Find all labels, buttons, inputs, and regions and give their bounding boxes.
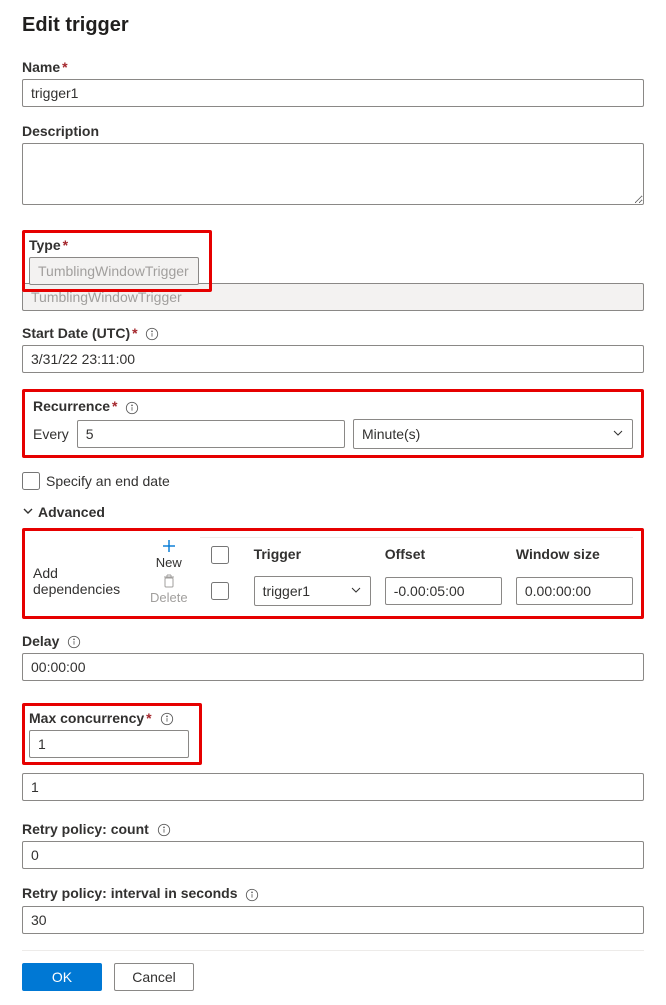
delete-dependency-button: Delete: [150, 572, 188, 605]
page-title: Edit trigger: [22, 14, 644, 37]
retry-count-input[interactable]: [22, 841, 644, 869]
retry-interval-input[interactable]: [22, 906, 644, 934]
new-dependency-button[interactable]: New: [156, 537, 182, 570]
max-concurrency-input-preview: [29, 730, 189, 758]
recurrence-label-text: Recurrence: [33, 398, 110, 414]
retry-count-label-text: Retry policy: count: [22, 821, 149, 837]
trash-icon: [161, 572, 177, 590]
start-date-label-text: Start Date (UTC): [22, 325, 130, 341]
deps-offset-input[interactable]: [385, 577, 502, 605]
deps-row: trigger1: [200, 572, 633, 610]
required-asterisk: *: [112, 398, 117, 414]
name-label: Name*: [22, 59, 644, 75]
max-concurrency-input[interactable]: [22, 773, 644, 801]
add-dependencies-label: Add dependencies: [33, 537, 138, 597]
type-label: Type*: [29, 237, 199, 253]
info-icon[interactable]: [145, 327, 159, 341]
max-concurrency-label-text: Max concurrency: [29, 710, 144, 726]
chevron-down-icon: [350, 583, 362, 599]
ok-button[interactable]: OK: [22, 963, 102, 991]
max-concurrency-label: Max concurrency*: [29, 710, 189, 726]
recurrence-unit-value: Minute(s): [362, 426, 420, 442]
info-icon[interactable]: [125, 401, 139, 415]
deps-col-offset: Offset: [385, 546, 502, 564]
specify-end-date-label: Specify an end date: [46, 473, 170, 489]
retry-interval-label-text: Retry policy: interval in seconds: [22, 885, 238, 901]
type-label-text: Type: [29, 237, 61, 253]
recurrence-label: Recurrence*: [33, 398, 633, 414]
description-label: Description: [22, 123, 644, 139]
deps-window-size-input[interactable]: [516, 577, 633, 605]
chevron-down-icon: [22, 504, 34, 520]
deps-trigger-select[interactable]: trigger1: [254, 576, 371, 606]
cancel-button[interactable]: Cancel: [114, 963, 194, 991]
delay-label-text: Delay: [22, 633, 59, 649]
deps-trigger-value: trigger1: [263, 583, 310, 599]
every-label: Every: [33, 426, 69, 442]
deps-col-window-size: Window size: [516, 546, 633, 564]
specify-end-date-checkbox[interactable]: [22, 472, 40, 490]
start-date-label: Start Date (UTC)*: [22, 325, 644, 341]
deps-row-checkbox[interactable]: [211, 582, 229, 600]
advanced-label: Advanced: [38, 504, 105, 520]
deps-select-all-checkbox[interactable]: [211, 546, 229, 564]
recurrence-unit-select[interactable]: Minute(s): [353, 419, 633, 449]
required-asterisk: *: [63, 237, 68, 253]
delay-label: Delay: [22, 633, 644, 649]
name-input[interactable]: [22, 79, 644, 107]
recurrence-value-input[interactable]: [77, 420, 345, 448]
info-icon[interactable]: [157, 823, 171, 837]
required-asterisk: *: [62, 59, 67, 75]
required-asterisk: *: [132, 325, 137, 341]
info-icon[interactable]: [67, 635, 81, 649]
info-icon[interactable]: [160, 712, 174, 726]
chevron-down-icon: [612, 426, 624, 442]
deps-col-trigger: Trigger: [254, 546, 371, 564]
description-textarea[interactable]: [22, 143, 644, 205]
info-icon[interactable]: [245, 888, 259, 902]
required-asterisk: *: [146, 710, 151, 726]
retry-interval-label: Retry policy: interval in seconds: [22, 885, 644, 901]
delete-label: Delete: [150, 590, 188, 605]
retry-count-label: Retry policy: count: [22, 821, 644, 837]
start-date-input[interactable]: [22, 345, 644, 373]
name-label-text: Name: [22, 59, 60, 75]
delay-input[interactable]: [22, 653, 644, 681]
type-input-preview: [29, 257, 199, 285]
plus-icon: [161, 537, 177, 555]
new-label: New: [156, 555, 182, 570]
advanced-section-toggle[interactable]: Advanced: [22, 504, 644, 520]
